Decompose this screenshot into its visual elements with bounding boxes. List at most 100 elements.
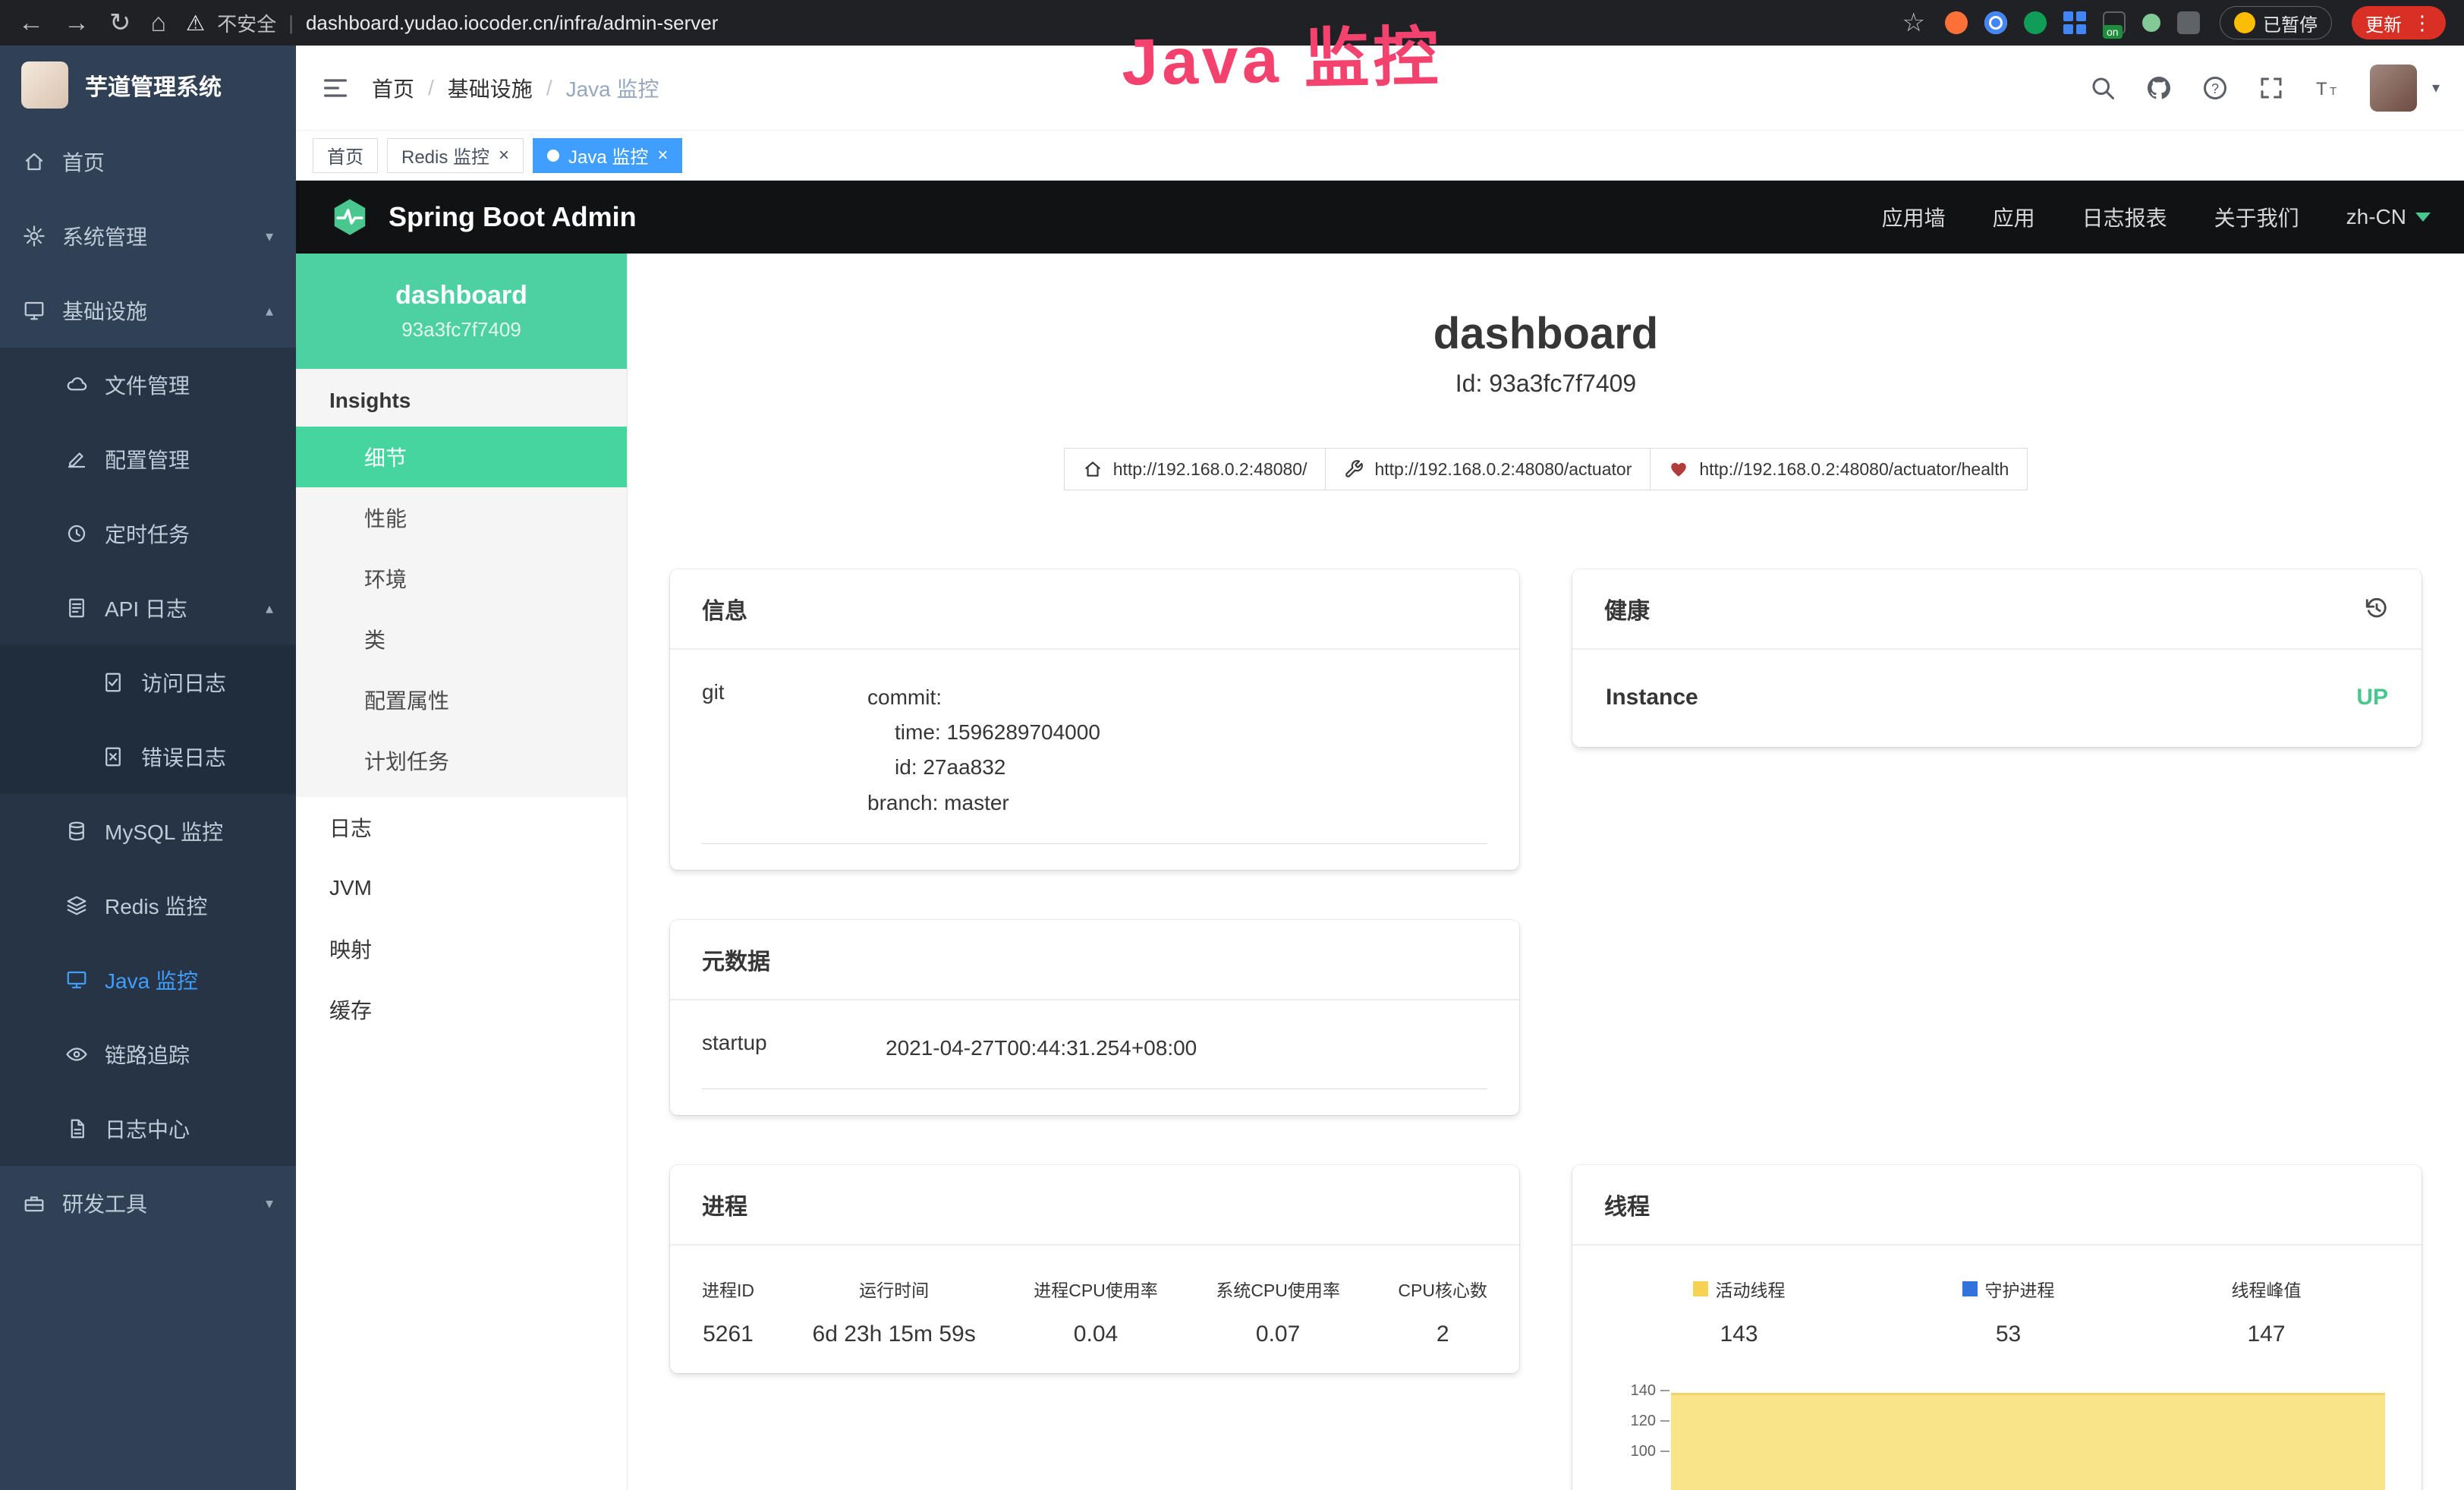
avatar-caret-icon[interactable]: ▾ bbox=[2432, 78, 2440, 97]
sidebar-item-label: 研发工具 bbox=[62, 1188, 147, 1218]
extension-icon[interactable] bbox=[1984, 11, 2007, 34]
sba-nav-journal[interactable]: 日志报表 bbox=[2082, 202, 2167, 232]
breadcrumb-item[interactable]: 首页 bbox=[372, 73, 414, 103]
tab-java-monitor[interactable]: Java 监控 × bbox=[533, 138, 682, 173]
threads-legend: 活动线程 143 守护进程 53 线程峰值 14 bbox=[1604, 1276, 2390, 1347]
sidebar-item-label: 定时任务 bbox=[105, 518, 190, 549]
tab-home[interactable]: 首页 bbox=[313, 138, 378, 173]
bookmark-star-icon[interactable]: ☆ bbox=[1902, 10, 1925, 36]
sidebar-item-label: 日志中心 bbox=[105, 1114, 190, 1144]
sba-menu-caches[interactable]: 缓存 bbox=[296, 979, 627, 1040]
extension-icon[interactable] bbox=[2063, 11, 2086, 34]
close-icon[interactable]: × bbox=[657, 146, 668, 165]
page-title: dashboard bbox=[670, 308, 2422, 359]
url-text[interactable]: dashboard.yudao.iocoder.cn/infra/admin-s… bbox=[306, 11, 718, 35]
sidebar-item-api-log[interactable]: API 日志 ▴ bbox=[0, 571, 296, 645]
browser-menu-icon[interactable]: ⋮ bbox=[2412, 11, 2432, 35]
github-icon[interactable] bbox=[2145, 74, 2173, 102]
sba-menu-mappings[interactable]: 映射 bbox=[296, 918, 627, 979]
sidebar-item-infra[interactable]: 基础设施 ▴ bbox=[0, 273, 296, 348]
sba-menu-environment[interactable]: 环境 bbox=[296, 548, 627, 609]
extension-icon[interactable] bbox=[2142, 14, 2160, 32]
info-card-title: 信息 bbox=[670, 569, 1519, 650]
instance-actuator-link[interactable]: http://192.168.0.2:48080/actuator bbox=[1325, 448, 1651, 490]
sba-nav-wallboard[interactable]: 应用墙 bbox=[1882, 202, 1946, 232]
health-card-title: 健康 bbox=[1604, 592, 1650, 625]
link-url: http://192.168.0.2:48080/ bbox=[1113, 459, 1308, 480]
sba-menu-jvm[interactable]: JVM bbox=[296, 858, 627, 918]
sidebar-item-scheduled-jobs[interactable]: 定时任务 bbox=[0, 496, 296, 571]
sidebar-item-config-manage[interactable]: 配置管理 bbox=[0, 422, 296, 496]
sidebar-item-label: Redis 监控 bbox=[105, 890, 207, 921]
forward-icon[interactable]: → bbox=[64, 10, 90, 36]
active-threads-swatch bbox=[1693, 1281, 1708, 1296]
sidebar-item-label: Java 监控 bbox=[105, 965, 198, 995]
puzzle-extension-icon[interactable] bbox=[2177, 11, 2200, 34]
sidebar-item-trace[interactable]: 链路追踪 bbox=[0, 1017, 296, 1092]
sidebar-item-java-monitor[interactable]: Java 监控 bbox=[0, 943, 296, 1017]
extension-icon[interactable] bbox=[1945, 11, 1968, 34]
sidebar-item-home[interactable]: 首页 bbox=[0, 124, 296, 199]
tab-redis-monitor[interactable]: Redis 监控 × bbox=[387, 138, 524, 173]
sba-menu-scheduled-tasks[interactable]: 计划任务 bbox=[296, 730, 627, 791]
sidebar-item-label: 系统管理 bbox=[62, 221, 147, 251]
browser-home-icon[interactable]: ⌂ bbox=[151, 10, 167, 36]
status-badge: UP bbox=[2356, 685, 2388, 710]
sba-menu-loggers[interactable]: 日志 bbox=[296, 797, 627, 858]
close-icon[interactable]: × bbox=[499, 146, 509, 165]
instance-header[interactable]: dashboard 93a3fc7f7409 bbox=[296, 254, 627, 369]
sba-nav: 应用墙 应用 日志报表 关于我们 zh-CN bbox=[1882, 202, 2431, 232]
sba-menu-performance[interactable]: 性能 bbox=[296, 487, 627, 548]
process-col-uptime: 运行时间 6d 23h 15m 59s bbox=[813, 1276, 976, 1347]
sidebar-item-system[interactable]: 系统管理 ▾ bbox=[0, 199, 296, 273]
heart-icon bbox=[1669, 459, 1688, 479]
back-icon[interactable]: ← bbox=[18, 10, 44, 36]
sidebar-item-access-log[interactable]: 访问日志 bbox=[0, 645, 296, 720]
instance-health-link[interactable]: http://192.168.0.2:48080/actuator/health bbox=[1650, 448, 2028, 490]
instance-links: http://192.168.0.2:48080/ http://192.168… bbox=[670, 448, 2422, 490]
database-icon bbox=[65, 820, 88, 843]
locale-selector[interactable]: zh-CN bbox=[2346, 205, 2431, 229]
wrench-icon bbox=[1344, 459, 1364, 479]
search-icon[interactable] bbox=[2089, 74, 2116, 102]
font-size-icon[interactable]: TT bbox=[2314, 74, 2341, 102]
sidebar-item-redis-monitor[interactable]: Redis 监控 bbox=[0, 868, 296, 943]
profile-paused-badge[interactable]: 已暂停 bbox=[2220, 6, 2332, 39]
security-warning-icon[interactable]: ⚠ bbox=[186, 11, 205, 36]
sidebar-item-error-log[interactable]: 错误日志 bbox=[0, 720, 296, 794]
breadcrumb-item[interactable]: 基础设施 bbox=[448, 73, 533, 103]
fullscreen-icon[interactable] bbox=[2258, 74, 2285, 102]
tab-label: Redis 监控 bbox=[401, 142, 489, 169]
sba-menu-details[interactable]: 细节 bbox=[296, 427, 627, 487]
help-icon[interactable]: ? bbox=[2201, 74, 2229, 102]
security-label[interactable]: 不安全 bbox=[217, 9, 276, 37]
sba-menu-classes[interactable]: 类 bbox=[296, 609, 627, 669]
chevron-down-icon: ▾ bbox=[266, 227, 273, 246]
tab-label: Java 监控 bbox=[568, 142, 648, 169]
history-icon[interactable] bbox=[2364, 596, 2390, 622]
sba-nav-applications[interactable]: 应用 bbox=[1993, 202, 2035, 232]
user-avatar[interactable] bbox=[2370, 65, 2417, 112]
health-instance-row[interactable]: Instance UP bbox=[1604, 680, 2390, 721]
extension-icon[interactable]: on bbox=[2103, 11, 2126, 34]
chrome-update-button[interactable]: 更新 ⋮ bbox=[2352, 6, 2446, 39]
hamburger-icon[interactable] bbox=[320, 73, 351, 103]
address-bar[interactable]: ⚠ 不安全 | dashboard.yudao.iocoder.cn/infra… bbox=[186, 9, 1882, 37]
instance-root-link[interactable]: http://192.168.0.2:48080/ bbox=[1064, 448, 1326, 490]
process-card-title: 进程 bbox=[670, 1165, 1519, 1246]
sidebar-item-log-center[interactable]: 日志中心 bbox=[0, 1092, 296, 1166]
process-col-system-cpu: 系统CPU使用率 0.07 bbox=[1216, 1276, 1340, 1347]
tag-tabs-bar: 首页 Redis 监控 × Java 监控 × bbox=[296, 131, 2464, 181]
sba-brand[interactable]: Spring Boot Admin bbox=[329, 197, 637, 238]
sba-nav-about[interactable]: 关于我们 bbox=[2214, 202, 2299, 232]
extension-icon[interactable] bbox=[2024, 11, 2047, 34]
sidebar-item-devtools[interactable]: 研发工具 ▾ bbox=[0, 1166, 296, 1240]
sidebar-item-file-manage[interactable]: 文件管理 bbox=[0, 348, 296, 422]
main-column: 首页 / 基础设施 / Java 监控 ? TT ▾ 首页 Redi bbox=[296, 46, 2464, 1490]
sidebar-item-mysql-monitor[interactable]: MySQL 监控 bbox=[0, 794, 296, 868]
threads-peak-col: 线程峰值 147 bbox=[2232, 1276, 2302, 1347]
reload-icon[interactable]: ↻ bbox=[109, 10, 131, 36]
sidebar-item-label: 文件管理 bbox=[105, 370, 190, 400]
cards-grid: 信息 git commit: time: 1596289704000 id: 2… bbox=[670, 569, 2422, 1490]
sba-menu-configprops[interactable]: 配置属性 bbox=[296, 669, 627, 730]
